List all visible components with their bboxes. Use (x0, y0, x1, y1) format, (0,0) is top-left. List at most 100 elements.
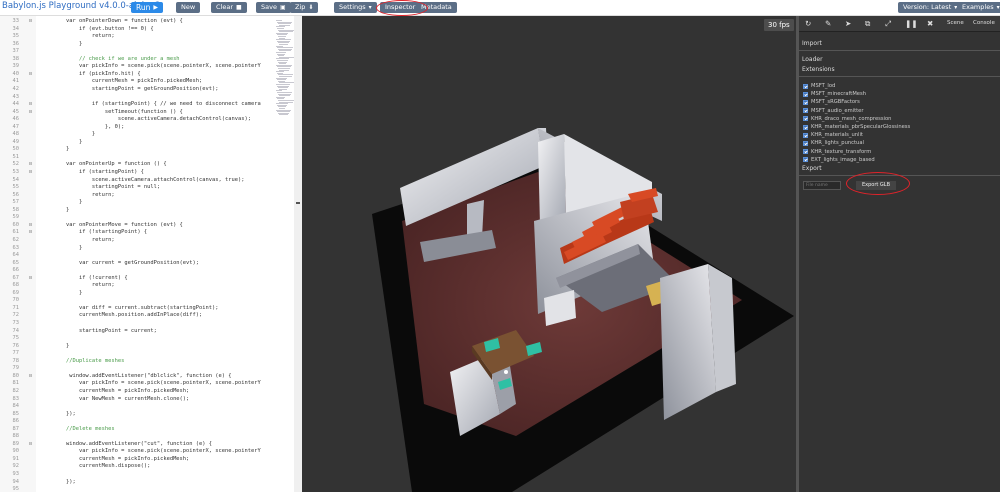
new-button[interactable]: New (176, 2, 201, 13)
code-text: var current = getGroundPosition(evt); (40, 259, 200, 266)
expand-icon[interactable]: ⤢ (885, 19, 891, 29)
checkbox-checked-icon[interactable] (803, 83, 808, 89)
export-highlight-annotation (846, 172, 910, 195)
save-button[interactable]: Save ▣ (256, 2, 291, 13)
code-editor[interactable]: 33 ⊟ var onPointerDown = function (evt) {… (0, 16, 300, 492)
fold-toggle-icon[interactable]: ⊟ (29, 275, 32, 281)
fold-toggle-icon[interactable]: ⊟ (29, 101, 32, 107)
line-number: 82 (12, 387, 20, 394)
code-text: return; (40, 33, 115, 40)
settings-button[interactable]: Settings ▾ (334, 2, 377, 13)
extension-item[interactable]: KHR_texture_transform (803, 148, 871, 156)
splitter-grip (296, 202, 300, 204)
editor-splitter[interactable] (294, 16, 302, 492)
loader-section-title[interactable]: Loader (802, 56, 823, 63)
line-number: 90 (12, 448, 20, 455)
editor-minimap[interactable] (276, 16, 295, 492)
code-text: }); (40, 410, 76, 417)
extension-item[interactable]: MSFT_sRGBFactors (803, 98, 860, 106)
fold-toggle-icon[interactable]: ⊟ (29, 18, 32, 24)
tab-console[interactable]: Console (973, 20, 995, 26)
line-number: 50 (12, 146, 20, 153)
line-number: 33 (12, 18, 20, 24)
line-number: 56 (12, 191, 20, 198)
code-line[interactable]: 95 (0, 486, 300, 492)
run-button[interactable]: Run ▶ (131, 2, 164, 13)
checkbox-checked-icon[interactable] (803, 124, 808, 130)
checkbox-checked-icon[interactable] (803, 140, 808, 146)
popout-icon[interactable]: ⧉ (865, 19, 870, 29)
close-icon[interactable]: ✖ (927, 19, 933, 28)
extension-label: KHR_texture_transform (811, 148, 872, 155)
line-number: 38 (12, 55, 20, 62)
extension-label: KHR_draco_mesh_compression (811, 115, 892, 122)
line-number: 49 (12, 138, 20, 145)
render-canvas[interactable] (302, 16, 796, 492)
scene-render (372, 128, 794, 492)
line-number: 72 (12, 312, 20, 319)
extension-item[interactable]: MSFT_lod (803, 82, 835, 90)
extension-label: KHR_materials_unlit (811, 132, 863, 139)
extension-label: MSFT_minecraftMesh (811, 91, 866, 98)
line-number: 70 (12, 297, 20, 304)
extension-item[interactable]: MSFT_minecraftMesh (803, 90, 866, 98)
code-text: window.addEventListener("dblclick", func… (40, 372, 232, 379)
extension-item[interactable]: MSFT_audio_emitter (803, 107, 863, 115)
fold-toggle-icon[interactable]: ⊟ (29, 441, 32, 447)
pause-icon[interactable]: ❚❚ (905, 19, 918, 28)
line-number: 63 (12, 244, 20, 251)
clear-button[interactable]: Clear ■ (211, 2, 247, 13)
line-number: 79 (12, 365, 20, 372)
checkbox-checked-icon[interactable] (803, 132, 808, 138)
checkbox-checked-icon[interactable] (803, 99, 808, 105)
code-text: //Delete meshes (40, 425, 115, 432)
code-text: var onPointerUp = function () { (40, 161, 167, 168)
zip-button[interactable]: Zip ⬇ (290, 2, 319, 13)
extension-item[interactable]: KHR_materials_pbrSpecularGlossiness (803, 123, 910, 131)
extensions-section-title[interactable]: Extensions (802, 66, 835, 73)
examples-select[interactable]: Examples ▾ (957, 2, 1000, 13)
extension-item[interactable]: KHR_draco_mesh_compression (803, 115, 891, 123)
code-text: }, 0); (40, 123, 125, 130)
checkbox-checked-icon[interactable] (803, 157, 808, 163)
fold-toggle-icon[interactable]: ⊟ (29, 229, 32, 235)
checkbox-checked-icon[interactable] (803, 91, 808, 97)
import-section-title[interactable]: Import (802, 40, 822, 47)
fold-toggle-icon[interactable]: ⊟ (29, 161, 32, 167)
line-number: 91 (12, 455, 20, 462)
line-number: 76 (12, 342, 20, 349)
code-text: } (40, 146, 70, 153)
fold-toggle-icon[interactable]: ⊟ (29, 71, 32, 77)
extension-item[interactable]: EXT_lights_image_based (803, 156, 875, 164)
fold-toggle-icon[interactable]: ⊟ (29, 373, 32, 379)
line-number: 39 (12, 63, 20, 70)
checkbox-checked-icon[interactable] (803, 149, 808, 155)
code-text: setTimeout(function () { (40, 108, 183, 115)
extension-item[interactable]: KHR_materials_unlit (803, 131, 863, 139)
code-text: var onPointerDown = function (evt) { (40, 18, 183, 24)
line-number: 85 (12, 410, 20, 417)
pointer-icon[interactable]: ➤ (845, 19, 851, 28)
refresh-icon[interactable]: ↻ (805, 19, 811, 28)
export-section-title[interactable]: Export (802, 165, 822, 172)
line-number: 59 (12, 214, 20, 221)
tab-scene[interactable]: Scene (947, 20, 964, 26)
line-number: 53 (12, 169, 20, 175)
line-number: 55 (12, 184, 20, 191)
code-text: window.addEventListener("cut", function … (40, 440, 213, 447)
fold-toggle-icon[interactable]: ⊟ (29, 169, 32, 175)
version-select[interactable]: Version: Latest ▾ (898, 2, 963, 13)
code-text: } (40, 138, 83, 145)
fold-toggle-icon[interactable]: ⊟ (29, 109, 32, 115)
checkbox-checked-icon[interactable] (803, 116, 808, 122)
checkbox-checked-icon[interactable] (803, 108, 808, 114)
line-number: 34 (12, 25, 20, 32)
line-number: 74 (12, 327, 20, 334)
code-text: } (40, 199, 83, 206)
extension-item[interactable]: KHR_lights_punctual (803, 139, 864, 147)
code-text: scene.activeCamera.attachControl(canvas,… (40, 176, 245, 183)
file-name-input[interactable]: File name (803, 181, 841, 190)
tag-icon[interactable]: ✎ (825, 19, 831, 28)
fps-counter: 30 fps (764, 19, 794, 31)
fold-toggle-icon[interactable]: ⊟ (29, 222, 32, 228)
